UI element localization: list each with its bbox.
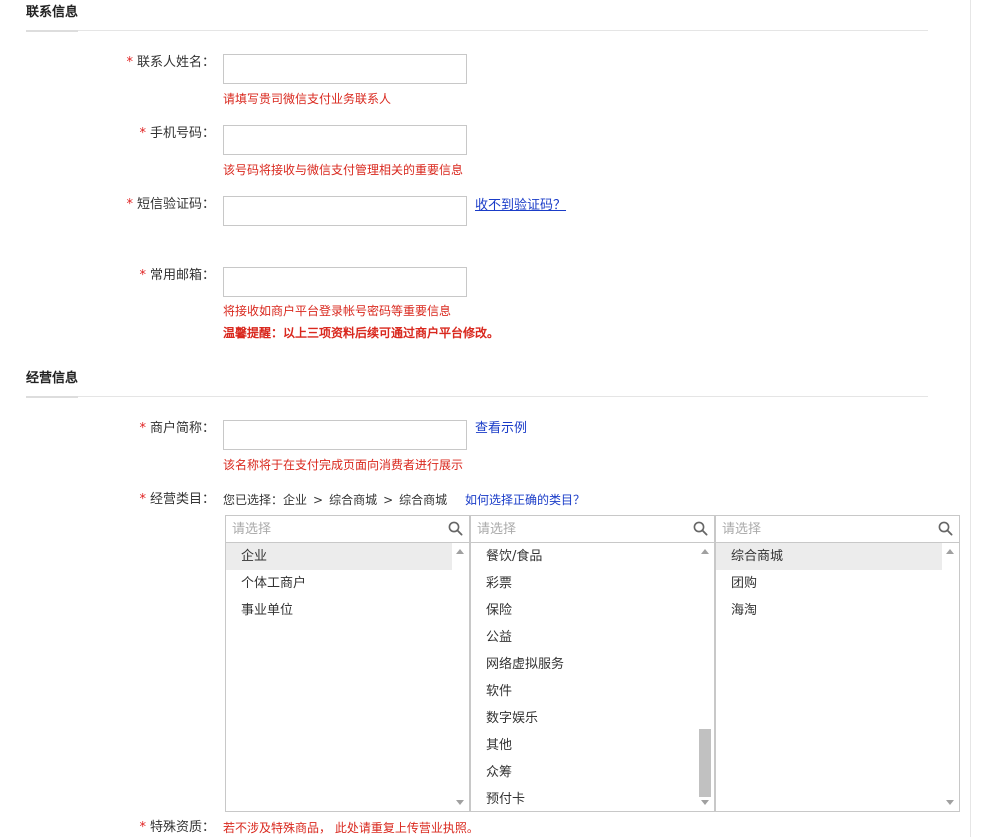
email-label: * 常用邮箱： xyxy=(139,268,215,283)
merchant-name-hint: 该名称将于在支付完成页面向消费者进行展示 xyxy=(223,458,464,472)
category-list: 企业 个体工商户 事业单位 xyxy=(226,543,452,811)
chevron-up-icon[interactable] xyxy=(701,549,709,554)
list-item[interactable]: 预付卡 xyxy=(471,786,697,811)
list-item[interactable]: 企业 xyxy=(226,543,452,570)
category-search-input[interactable] xyxy=(716,516,931,542)
list-item[interactable]: 餐饮/食品 xyxy=(471,543,697,570)
chevron-down-icon[interactable] xyxy=(701,800,709,805)
list-item[interactable]: 保险 xyxy=(471,597,697,624)
page-right-border xyxy=(970,0,971,837)
selected-level-2: 综合商城 xyxy=(329,493,378,507)
chevron-down-icon[interactable] xyxy=(946,800,954,805)
column-search-box xyxy=(226,516,469,543)
section-business-header: 经营信息 xyxy=(26,366,928,398)
category-search-input[interactable] xyxy=(471,516,686,542)
scrollbar[interactable] xyxy=(452,543,469,811)
section-title-contact: 联系信息 xyxy=(26,5,79,20)
mobile-input[interactable] xyxy=(223,125,467,155)
search-icon[interactable] xyxy=(448,521,463,536)
contact-name-hint: 请填写贵司微信支付业务联系人 xyxy=(223,92,392,106)
list-item[interactable]: 彩票 xyxy=(471,570,697,597)
section-contact-header: 联系信息 xyxy=(26,0,928,32)
list-item[interactable]: 海淘 xyxy=(716,597,942,624)
category-column-level-3: 综合商城 团购 海淘 xyxy=(715,515,960,812)
column-search-box xyxy=(716,516,959,543)
list-item[interactable]: 网络虚拟服务 xyxy=(471,651,697,678)
mobile-hint: 该号码将接收与微信支付管理相关的重要信息 xyxy=(223,163,464,177)
view-example-link[interactable]: 查看示例 xyxy=(475,421,527,437)
category-search-input[interactable] xyxy=(226,516,441,542)
sms-code-label: * 短信验证码： xyxy=(126,197,215,212)
search-icon[interactable] xyxy=(693,521,708,536)
chevron-down-icon[interactable] xyxy=(456,800,464,805)
special-qualification-hint: 若不涉及特殊商品， 此处请重复上传营业执照。 xyxy=(223,821,479,835)
list-item[interactable]: 数字娱乐 xyxy=(471,705,697,732)
no-sms-code-link[interactable]: 收不到验证码？ xyxy=(475,198,566,214)
category-column-level-2: 餐饮/食品 彩票 保险 公益 网络虚拟服务 软件 数字娱乐 其他 众筹 预付卡 xyxy=(470,515,715,812)
list-item[interactable]: 众筹 xyxy=(471,759,697,786)
list-item[interactable]: 其他 xyxy=(471,732,697,759)
list-item[interactable]: 软件 xyxy=(471,678,697,705)
category-column-level-1: 企业 个体工商户 事业单位 xyxy=(225,515,470,812)
email-hint: 将接收如商户平台登录帐号密码等重要信息 xyxy=(223,304,452,318)
list-item[interactable]: 综合商城 xyxy=(716,543,942,570)
category-help-link[interactable]: 如何选择正确的类目？ xyxy=(465,492,585,508)
chevron-up-icon[interactable] xyxy=(946,549,954,554)
category-label: * 经营类目： xyxy=(139,492,215,507)
chevron-up-icon[interactable] xyxy=(456,549,464,554)
list-item[interactable]: 事业单位 xyxy=(226,597,452,624)
edit-reminder: 温馨提醒：以上三项资料后续可通过商户平台修改。 xyxy=(223,326,500,340)
category-list: 餐饮/食品 彩票 保险 公益 网络虚拟服务 软件 数字娱乐 其他 众筹 预付卡 xyxy=(471,543,697,811)
selected-level-1: 企业 xyxy=(283,493,308,507)
list-item[interactable]: 公益 xyxy=(471,624,697,651)
selected-category-path: 您已选择：企业 > 综合商城 > 综合商城 xyxy=(223,493,448,507)
contact-name-input[interactable] xyxy=(223,54,467,84)
merchant-name-label: * 商户简称： xyxy=(139,421,215,436)
merchant-name-input[interactable] xyxy=(223,420,467,450)
scrollbar[interactable] xyxy=(697,543,714,811)
column-search-box xyxy=(471,516,714,543)
list-item[interactable]: 团购 xyxy=(716,570,942,597)
selected-level-3: 综合商城 xyxy=(399,493,448,507)
contact-name-label: * 联系人姓名： xyxy=(126,55,215,70)
email-input[interactable] xyxy=(223,267,467,297)
category-list: 综合商城 团购 海淘 xyxy=(716,543,942,811)
scrollbar[interactable] xyxy=(942,543,959,811)
section-title-business: 经营信息 xyxy=(26,371,79,386)
scrollbar-thumb[interactable] xyxy=(699,729,711,797)
sms-code-input[interactable] xyxy=(223,196,467,226)
search-icon[interactable] xyxy=(938,521,953,536)
list-item[interactable]: 个体工商户 xyxy=(226,570,452,597)
mobile-label: * 手机号码： xyxy=(139,126,215,141)
special-qualification-label: * 特殊资质： xyxy=(139,820,215,835)
